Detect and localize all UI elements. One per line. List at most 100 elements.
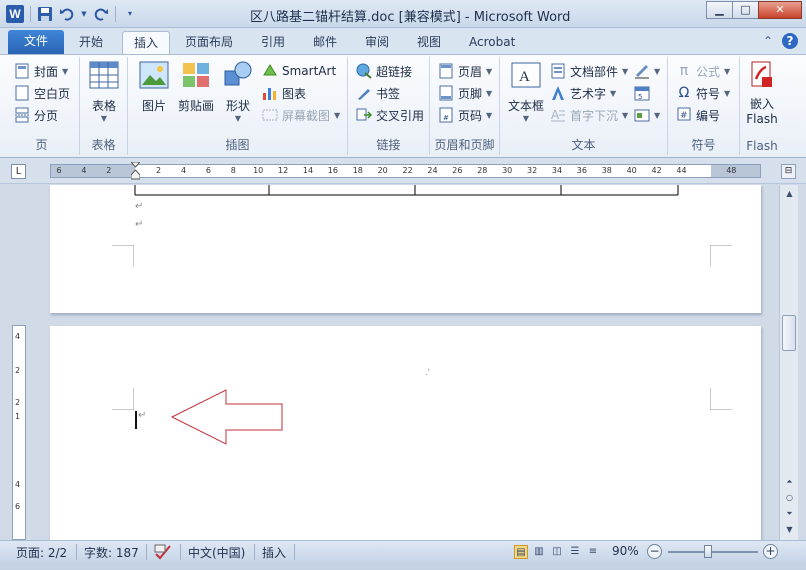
save-icon[interactable] [37, 6, 53, 22]
undo-dropdown-icon[interactable]: ▼ [81, 6, 87, 22]
quickparts-button[interactable]: 文档部件 ▼ [550, 61, 628, 81]
zoom-in-button[interactable]: + [763, 544, 778, 559]
footer-button[interactable]: 页脚 ▼ [438, 83, 492, 103]
tab-references[interactable]: 引用 [250, 31, 296, 54]
scroll-down-icon[interactable]: ▼ [783, 523, 796, 536]
table-button[interactable]: 表格 ▼ [86, 61, 122, 123]
left-arrow-annotation [170, 389, 283, 445]
page-count[interactable]: 页面: 2/2 [16, 544, 67, 561]
page-1[interactable]: ↵ ↵ [50, 185, 761, 313]
prev-page-icon[interactable]: ⏶ [783, 475, 796, 488]
ruler-tick: 2 [156, 166, 162, 175]
tab-review[interactable]: 审阅 [354, 31, 400, 54]
bookmark-label: 书签 [376, 86, 401, 101]
vertical-scrollbar[interactable]: ▲ ⏶ ○ ⏷ ▼ [779, 185, 798, 540]
scroll-up-icon[interactable]: ▲ [783, 187, 796, 200]
next-page-icon[interactable]: ⏷ [783, 507, 796, 520]
object-button[interactable]: ▼ [634, 105, 660, 125]
clipart-button[interactable]: 剪贴画 [176, 61, 216, 114]
tab-acrobat[interactable]: Acrobat [458, 31, 526, 54]
zoom-level[interactable]: 90% [612, 544, 639, 558]
vertical-ruler[interactable]: 4 2 2 1 4 6 [12, 325, 26, 540]
embed-flash-button[interactable]: 嵌入 Flash [742, 61, 782, 126]
indent-marker[interactable] [131, 162, 140, 180]
redo-icon[interactable] [93, 6, 109, 22]
ruler-tick: 16 [327, 166, 338, 175]
chart-button[interactable]: 图表 [262, 83, 306, 103]
embed-flash-label: Flash [746, 112, 778, 126]
number-button[interactable]: # 编号 [676, 105, 720, 125]
equation-label: 公式 [696, 64, 721, 79]
page-break-button[interactable]: 分页 [14, 105, 58, 125]
equation-button[interactable]: π 公式 ▼ [676, 61, 730, 81]
window-controls: ▁ □ ✕ [706, 1, 802, 19]
tab-home[interactable]: 开始 [68, 31, 114, 54]
language-indicator[interactable]: 中文(中国) [188, 544, 245, 561]
scroll-thumb[interactable] [782, 315, 796, 351]
header-button[interactable]: 页眉 ▼ [438, 61, 492, 81]
vruler-tick: 2 [15, 398, 21, 407]
document-area[interactable]: 4 2 2 1 4 6 ↵ ↵ ↵ .ˈ [0, 185, 806, 540]
web-layout-icon[interactable]: ◫ [550, 545, 564, 559]
ruler-tick: 38 [601, 166, 612, 175]
tab-page-layout[interactable]: 页面布局 [174, 31, 244, 54]
ruler-row: L 6 4 2 2 4 6 8 10 12 14 16 18 20 22 24 26 28 30 32 34 36 38 4… [0, 158, 806, 184]
minimize-button[interactable]: ▁ [706, 1, 733, 19]
textbox-button[interactable]: A 文本框 ▼ [504, 61, 548, 123]
shapes-button[interactable]: 形状 ▼ [220, 61, 256, 123]
undo-icon[interactable] [59, 6, 75, 22]
view-ruler-icon[interactable]: ⊟ [781, 164, 796, 179]
ruler-tick: 6 [56, 166, 62, 175]
hyperlink-button[interactable]: 超链接 [356, 61, 412, 81]
picture-button[interactable]: 图片 [134, 61, 174, 114]
tab-insert[interactable]: 插入 [122, 31, 171, 54]
maximize-button[interactable]: □ [732, 1, 759, 19]
full-screen-reading-icon[interactable]: ▥ [532, 545, 546, 559]
browse-object-icon[interactable]: ○ [783, 491, 796, 504]
datetime-button[interactable]: 5 [634, 83, 650, 103]
symbol-button[interactable]: Ω 符号 ▼ [676, 83, 731, 103]
crossref-button[interactable]: 交叉引用 [356, 105, 424, 125]
word-app-icon[interactable]: W [6, 5, 24, 23]
draft-view-icon[interactable]: ≡ [586, 545, 600, 559]
insert-mode-indicator[interactable]: 插入 [262, 544, 286, 561]
screenshot-button[interactable]: 屏幕截图 ▼ [262, 105, 340, 125]
tab-mailings[interactable]: 邮件 [302, 31, 348, 54]
group-text: A 文本框 ▼ 文档部件 ▼ 艺术字 ▼ A 首字下沉 ▼ ▼ 5 ▼ 文本 [500, 57, 668, 155]
close-button[interactable]: ✕ [758, 1, 802, 19]
ruler-tick: 28 [477, 166, 488, 175]
word-count[interactable]: 字数: 187 [84, 544, 139, 561]
tab-view[interactable]: 视图 [406, 31, 452, 54]
page-number-button[interactable]: # 页码 ▼ [438, 105, 492, 125]
smartart-button[interactable]: SmartArt [262, 61, 336, 81]
window-title: 区八路基二锚杆结算.doc [兼容模式] - Microsoft Word [250, 10, 571, 25]
blank-page-button[interactable]: 空白页 [14, 83, 70, 103]
bookmark-button[interactable]: 书签 [356, 83, 400, 103]
collapse-ribbon-icon[interactable]: ⌃ [760, 33, 776, 49]
zoom-slider[interactable] [668, 551, 758, 553]
cover-page-label: 封面 [34, 64, 59, 79]
picture-label: 图片 [141, 99, 166, 113]
tab-selector[interactable]: L [11, 164, 26, 179]
table-icon [88, 61, 120, 93]
zoom-slider-thumb[interactable] [704, 545, 712, 558]
tab-file[interactable]: 文件 [8, 30, 65, 54]
print-layout-view-icon[interactable]: ▤ [514, 545, 528, 559]
wordart-button[interactable]: 艺术字 ▼ [550, 83, 616, 103]
help-icon[interactable]: ? [782, 33, 798, 49]
outline-view-icon[interactable]: ☰ [568, 545, 582, 559]
dropcap-label: 首字下沉 [570, 108, 619, 123]
proofing-icon[interactable] [154, 544, 172, 563]
page-2[interactable]: ↵ .ˈ [50, 326, 761, 540]
horizontal-ruler[interactable]: 6 4 2 2 4 6 8 10 12 14 16 18 20 22 24 26 28 30 32 34 36 38 40 4… [50, 162, 761, 180]
customize-qa-icon[interactable]: ▾ [122, 6, 138, 22]
crossref-label: 交叉引用 [376, 108, 425, 123]
dropcap-button[interactable]: A 首字下沉 ▼ [550, 105, 628, 125]
signature-line-button[interactable]: ▼ [634, 61, 660, 81]
signature-icon [634, 63, 650, 79]
shapes-label: 形状 [225, 99, 250, 113]
wordart-icon [550, 85, 566, 101]
group-symbols: π 公式 ▼ Ω 符号 ▼ # 编号 符号 [668, 57, 740, 155]
cover-page-button[interactable]: 封面 ▼ [14, 61, 68, 81]
zoom-out-button[interactable]: − [647, 544, 662, 559]
